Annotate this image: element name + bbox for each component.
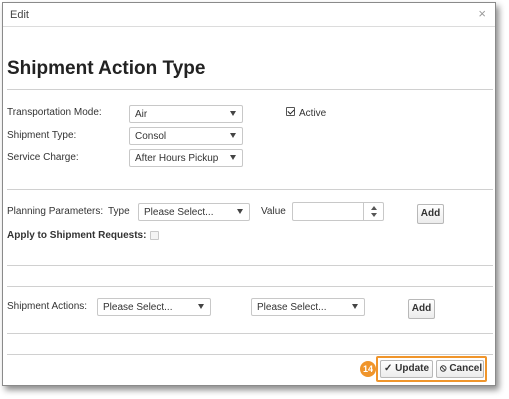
spinner-buttons xyxy=(363,203,383,220)
planning-type-select[interactable]: Please Select... xyxy=(138,203,250,221)
spinner-down-icon[interactable] xyxy=(371,213,377,217)
divider xyxy=(7,354,493,355)
spinner-up-icon[interactable] xyxy=(371,206,377,210)
shipment-action-select-1-value: Please Select... xyxy=(103,302,173,313)
shipment-type-select[interactable]: Consol xyxy=(129,127,243,145)
divider xyxy=(7,265,493,266)
footer-highlight: ✓ Update ⦸ Cancel xyxy=(376,356,487,382)
dialog-titlebar: Edit × xyxy=(3,3,495,27)
transportation-mode-value: Air xyxy=(135,109,148,120)
transportation-mode-label: Transportation Mode: xyxy=(7,107,102,118)
dialog-title: Edit xyxy=(10,9,29,21)
transportation-mode-select[interactable]: Air xyxy=(129,105,243,123)
cancel-icon: ⦸ xyxy=(440,363,447,374)
cancel-button[interactable]: ⦸ Cancel xyxy=(436,360,484,378)
edit-dialog: Edit × Shipment Action Type Transportati… xyxy=(2,2,496,386)
shipment-action-select-2-value: Please Select... xyxy=(257,302,327,313)
chevron-down-icon xyxy=(198,304,204,309)
divider xyxy=(7,333,493,334)
page-title: Shipment Action Type xyxy=(7,58,206,79)
service-charge-value: After Hours Pickup xyxy=(135,153,219,164)
step-badge: 14 xyxy=(360,361,376,377)
planning-add-button[interactable]: Add xyxy=(417,204,444,224)
apply-to-shipment-requests-label: Apply to Shipment Requests: xyxy=(7,230,147,241)
cancel-button-label: Cancel xyxy=(449,363,483,374)
shipment-actions-label: Shipment Actions: xyxy=(7,301,88,312)
check-icon: ✓ xyxy=(384,363,393,374)
update-button-label: Update xyxy=(395,363,430,374)
divider xyxy=(7,89,493,90)
planning-type-label: Type xyxy=(108,206,130,217)
shipment-action-select-1[interactable]: Please Select... xyxy=(97,298,211,316)
chevron-down-icon xyxy=(237,209,243,214)
chevron-down-icon xyxy=(352,304,358,309)
active-label: Active xyxy=(299,108,327,119)
planning-value-spinner[interactable] xyxy=(292,202,384,221)
active-checkbox[interactable] xyxy=(286,107,295,116)
divider xyxy=(7,189,493,190)
planning-type-value: Please Select... xyxy=(144,207,214,218)
divider xyxy=(7,286,493,287)
chevron-down-icon xyxy=(230,155,236,160)
shipment-type-label: Shipment Type: xyxy=(7,130,77,141)
chevron-down-icon xyxy=(230,133,236,138)
planning-parameters-label: Planning Parameters: xyxy=(7,206,104,217)
planning-value-label: Value xyxy=(261,206,286,217)
service-charge-label: Service Charge: xyxy=(7,152,79,163)
service-charge-select[interactable]: After Hours Pickup xyxy=(129,149,243,167)
update-button[interactable]: ✓ Update xyxy=(380,360,433,378)
shipment-actions-add-button[interactable]: Add xyxy=(408,299,435,319)
shipment-type-value: Consol xyxy=(135,131,167,142)
shipment-action-select-2[interactable]: Please Select... xyxy=(251,298,365,316)
apply-to-shipment-requests-checkbox[interactable] xyxy=(150,231,159,240)
close-icon[interactable]: × xyxy=(478,7,486,21)
chevron-down-icon xyxy=(230,111,236,116)
